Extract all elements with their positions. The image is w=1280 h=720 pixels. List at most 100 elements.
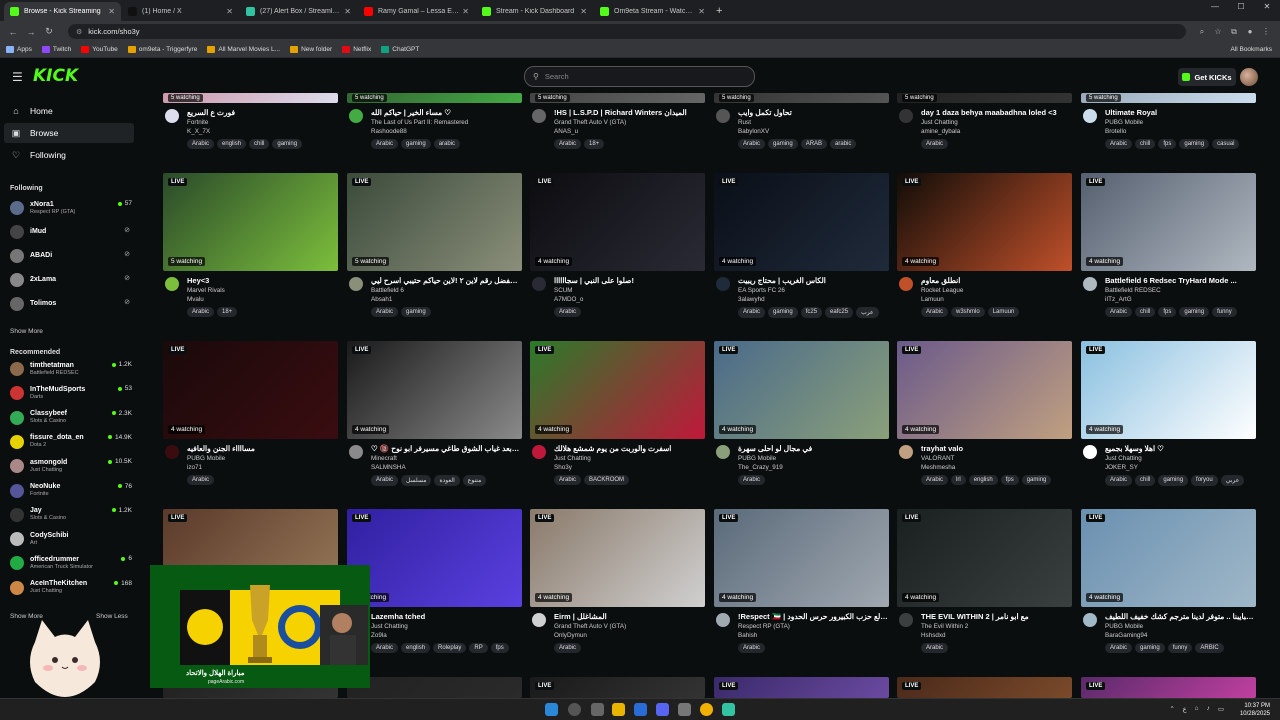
streamer-name[interactable]: K_X_7X xyxy=(187,128,210,135)
recommended-channel-item[interactable]: Jay Slots & Casino 1.2K xyxy=(10,504,132,526)
tag-chip[interactable]: eafc25 xyxy=(825,307,854,318)
tag-chip[interactable]: Arabic xyxy=(738,475,766,485)
browser-tab[interactable]: Om9eta Stream - Watch Live o✕ xyxy=(594,2,711,21)
stream-category[interactable]: Grand Theft Auto V (GTA) xyxy=(554,119,626,126)
stream-card[interactable]: LIVE 4 watching في مجال لو احلى سهرة PUBG M… xyxy=(714,341,889,497)
tag-chip[interactable]: BACKROOM xyxy=(584,475,630,485)
stream-thumbnail[interactable]: LIVE 4 watching xyxy=(530,509,705,607)
tag-chip[interactable]: Arabic xyxy=(1105,307,1133,317)
streamer-name[interactable]: Hshsdxd xyxy=(921,632,946,639)
stream-card[interactable]: LIVE 4 watching THE EVIL WITHIN 2 | مع ابو… xyxy=(897,509,1072,665)
stream-card[interactable]: LIVE 5 watching Hey<3 Marvel Rivals Mvalu Ara… xyxy=(163,173,338,329)
streamer-avatar[interactable] xyxy=(899,277,913,291)
streamer-name[interactable]: BaraGaming94 xyxy=(1105,632,1147,639)
site-info-icon[interactable]: ⚙ xyxy=(76,28,82,36)
stream-card[interactable]: LIVE 4 watching مسااااء الجنن والعافيه PUBG… xyxy=(163,341,338,497)
bookmark-item[interactable]: Twitch xyxy=(41,46,71,53)
sidebar-nav-home[interactable]: ⌂ Home xyxy=(4,101,134,121)
tag-chip[interactable]: arabic xyxy=(433,139,461,149)
stream-title[interactable]: Battlefield 6 Redsec TryHard Mode ... xyxy=(1105,276,1255,285)
tag-chip[interactable]: english xyxy=(968,475,998,485)
stream-title[interactable]: Ultimate Royal xyxy=(1105,108,1255,117)
stream-thumbnail[interactable]: LIVE 4 watching xyxy=(1081,173,1256,271)
hamburger-menu-icon[interactable]: ☰ xyxy=(12,70,23,84)
stream-category[interactable]: PUBG Mobile xyxy=(1105,119,1143,126)
tag-chip[interactable]: ARAB xyxy=(800,139,828,149)
bookmark-item[interactable]: All Marvel Movies L... xyxy=(207,46,280,53)
stream-card[interactable]: LIVE xyxy=(897,677,1072,698)
address-bar[interactable]: ⚙ kick.com/sho3y xyxy=(68,24,1186,39)
tag-chip[interactable]: gaming xyxy=(1158,475,1189,486)
bookmark-item[interactable]: Apps xyxy=(6,46,32,53)
menu-icon[interactable]: ⋮ xyxy=(1258,27,1274,36)
streamer-avatar[interactable] xyxy=(165,109,179,123)
profile-icon[interactable]: ● xyxy=(1242,27,1258,36)
minimize-icon[interactable]: — xyxy=(1202,2,1228,11)
stream-thumbnail[interactable]: LIVE xyxy=(714,677,889,698)
tag-chip[interactable]: Arabic xyxy=(1105,643,1133,653)
tag-chip[interactable]: Arabic xyxy=(738,139,766,149)
tag-chip[interactable]: gaming xyxy=(768,307,798,318)
streamer-name[interactable]: Brotello xyxy=(1105,128,1126,135)
stream-thumbnail[interactable]: LIVE xyxy=(897,677,1072,698)
tab-close-icon[interactable]: ✕ xyxy=(226,7,233,16)
tag-chip[interactable]: foryou xyxy=(1191,475,1218,486)
new-tab-button[interactable]: + xyxy=(716,5,722,17)
tag-chip[interactable]: Arabic xyxy=(921,475,949,485)
following-channel-item[interactable]: Tolimos ⊘ xyxy=(10,293,132,315)
stream-thumbnail[interactable]: LIVE 4 watching xyxy=(714,173,889,271)
stream-card[interactable]: LIVE 4 watching Lazemha tched Just Chatting… xyxy=(347,509,522,665)
tag-chip[interactable]: fps xyxy=(490,643,509,653)
stream-category[interactable]: Grand Theft Auto V (GTA) xyxy=(554,623,626,630)
start-icon[interactable] xyxy=(545,703,558,716)
kick-logo[interactable]: KICK xyxy=(33,66,78,86)
stream-title[interactable]: صلوا على النبي | سجاااااا! xyxy=(554,276,704,285)
store-icon[interactable] xyxy=(634,703,647,716)
taskbar-clock[interactable]: 10:37 PM 10/28/2025 xyxy=(1240,702,1270,718)
streamer-name[interactable]: iITz_ArtG xyxy=(1105,296,1132,303)
tag-chip[interactable]: Arabic xyxy=(921,643,949,653)
stream-card[interactable]: LIVE 4 watching صلوا على النبي | سجاااااا!… xyxy=(530,173,705,329)
streamer-name[interactable]: A7MDO_o xyxy=(554,296,583,303)
streamer-avatar[interactable] xyxy=(532,613,546,627)
tag-chip[interactable]: w3shmlo xyxy=(951,307,985,317)
streamer-name[interactable]: BabylonXV xyxy=(738,128,769,135)
stream-card[interactable]: 5 watching day 1 daza behya maabadhna lol… xyxy=(897,93,1072,161)
tag-chip[interactable]: funny xyxy=(1167,643,1193,653)
streamer-name[interactable]: Rashoode88 xyxy=(371,128,407,135)
tag-chip[interactable]: chill xyxy=(1135,139,1156,149)
stream-category[interactable]: Just Chatting xyxy=(1105,455,1142,462)
stream-title[interactable]: trayhat valo xyxy=(921,444,1071,453)
stream-category[interactable]: Just Chatting xyxy=(371,623,408,630)
stream-card[interactable]: LIVE 4 watching trayhat valo VALORANT Meshme… xyxy=(897,341,1072,497)
search-taskbar-icon[interactable] xyxy=(568,703,581,716)
tag-chip[interactable]: Arabic xyxy=(921,307,949,317)
tag-chip[interactable]: chill xyxy=(1135,475,1156,486)
tab-close-icon[interactable]: ✕ xyxy=(462,7,469,16)
user-avatar[interactable] xyxy=(1240,68,1258,86)
network-icon[interactable]: ⌂ xyxy=(1195,705,1199,713)
stream-thumbnail[interactable]: 5 watching xyxy=(1081,93,1256,103)
browser-tab[interactable]: Stream - Kick Dashboard ✕ xyxy=(476,2,593,21)
tag-chip[interactable]: Lamuun xyxy=(987,307,1020,317)
stream-title[interactable]: ♡ 🔞 كم بعد غياب الشوق طاغي مسيرفر ابو نو… xyxy=(371,444,521,453)
tag-chip[interactable]: Arabic xyxy=(738,643,766,653)
tag-chip[interactable]: Arabic xyxy=(921,139,949,149)
tag-chip[interactable]: chill xyxy=(249,139,270,149)
tag-chip[interactable]: casual xyxy=(1212,139,1240,149)
stream-thumbnail[interactable]: LIVE 4 watching xyxy=(530,173,705,271)
stream-title[interactable]: اسفرت والوربت من يوم شمشع هلالك xyxy=(554,444,704,453)
streamer-name[interactable]: Sho3y xyxy=(554,464,572,471)
stream-thumbnail[interactable]: LIVE xyxy=(1081,677,1256,698)
streamer-avatar[interactable] xyxy=(716,277,730,291)
tag-chip[interactable]: gaming xyxy=(1179,139,1210,149)
streamer-name[interactable]: Meshmesha xyxy=(921,464,955,471)
recommended-channel-item[interactable]: NeoNuke Fortnite 76 xyxy=(10,480,132,502)
streamer-name[interactable]: amine_dybala xyxy=(921,128,960,135)
tag-chip[interactable]: Arabic xyxy=(554,307,582,317)
close-window-icon[interactable]: ✕ xyxy=(1254,2,1280,11)
forward-icon[interactable]: → xyxy=(24,27,38,37)
settings-icon[interactable] xyxy=(678,703,691,716)
streamlabs-icon[interactable] xyxy=(722,703,735,716)
tab-close-icon[interactable]: ✕ xyxy=(698,7,705,16)
